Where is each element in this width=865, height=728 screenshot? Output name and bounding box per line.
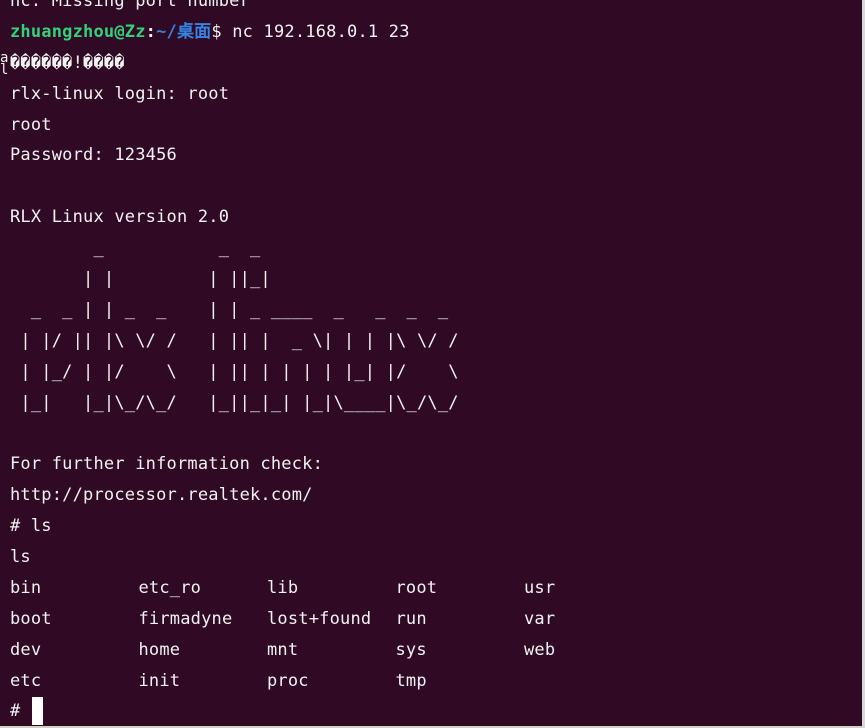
ascii-line: | | | ||_|: [10, 269, 271, 290]
prompt-user-host: zhuangzhou@Zz: [10, 21, 146, 42]
garbled-line: ������!����: [10, 52, 125, 73]
prompt-dollar: $: [211, 21, 233, 42]
ls-entry: [524, 666, 653, 697]
shell-prompt-line: zhuangzhou@Zz:~/桌面$ nc 192.168.0.1 23: [10, 17, 653, 48]
ls-entry: root: [395, 577, 438, 598]
ls-entry: sys: [395, 639, 427, 660]
ls-echo-line: ls: [10, 547, 31, 568]
ls-row: boot firmadyne lost+found run var: [10, 604, 653, 635]
ls-entry: bin: [10, 577, 42, 598]
ls-row: dev home mnt sys web: [10, 635, 653, 666]
info-line: For further information check:: [10, 454, 324, 475]
ls-entry: init: [138, 670, 181, 691]
text-cursor: [32, 697, 44, 726]
ls-entry: usr: [524, 577, 556, 598]
ls-entry: firmadyne: [138, 608, 233, 629]
prompt-colon: :: [145, 21, 157, 42]
version-line: RLX Linux version 2.0: [10, 207, 230, 228]
password-line: Password: 123456: [10, 145, 177, 166]
prompt-path: ~/桌面: [156, 21, 212, 42]
ls-row: etc init proc tmp: [10, 666, 653, 697]
ls-row: bin etc_ro lib root usr: [10, 573, 653, 604]
ascii-line: _ _ | | _ _ | | _ ____ _ _ _ _: [10, 299, 449, 320]
echo-root-line: root: [10, 114, 52, 135]
ascii-line: _ _ _: [10, 238, 261, 259]
error-line: nc: Missing port number: [10, 0, 251, 11]
final-prompt-line[interactable]: #: [10, 696, 653, 726]
ls-entry: lost+found: [267, 608, 372, 629]
ls-entry: tmp: [395, 670, 427, 691]
ls-entry: web: [524, 639, 556, 660]
ls-entry: lib: [267, 577, 299, 598]
ls-entry: var: [524, 608, 556, 629]
ascii-line: |_| |_|\_/\_/ |_||_|_| |_|\____|\_/\_/: [10, 392, 459, 413]
login-line: rlx-linux login: root: [10, 83, 230, 104]
ls-entry: etc: [10, 670, 42, 691]
prompt-command: nc 192.168.0.1 23: [232, 21, 410, 42]
ls-entry: run: [395, 608, 427, 629]
edge-artifact: a l: [0, 50, 9, 78]
ls-entry: etc_ro: [138, 577, 202, 598]
ascii-line: | |/ || |\ \/ / | || | _ \| | | |\ \/ /: [10, 330, 459, 351]
ls-entry: dev: [10, 639, 42, 660]
ascii-art-logo: _ _ _ | | | ||_| _ _ | | _ _ | | _ ____ …: [10, 233, 653, 418]
final-prompt: #: [10, 701, 21, 722]
url-line: http://processor.realtek.com/: [10, 485, 313, 506]
ls-entry: proc: [267, 670, 309, 691]
terminal-window[interactable]: a l nc: Missing port number zhuangzhou@Z…: [0, 0, 862, 726]
ls-entry: home: [138, 639, 181, 660]
ls-entry: boot: [10, 608, 52, 629]
ascii-line: | |_/ | |/ \ | || | | | | |_| |/ \: [10, 361, 459, 382]
ls-command-line: # ls: [10, 516, 52, 537]
ls-entry: mnt: [267, 639, 299, 660]
terminal-output: nc: Missing port number zhuangzhou@Zz:~/…: [10, 0, 653, 726]
